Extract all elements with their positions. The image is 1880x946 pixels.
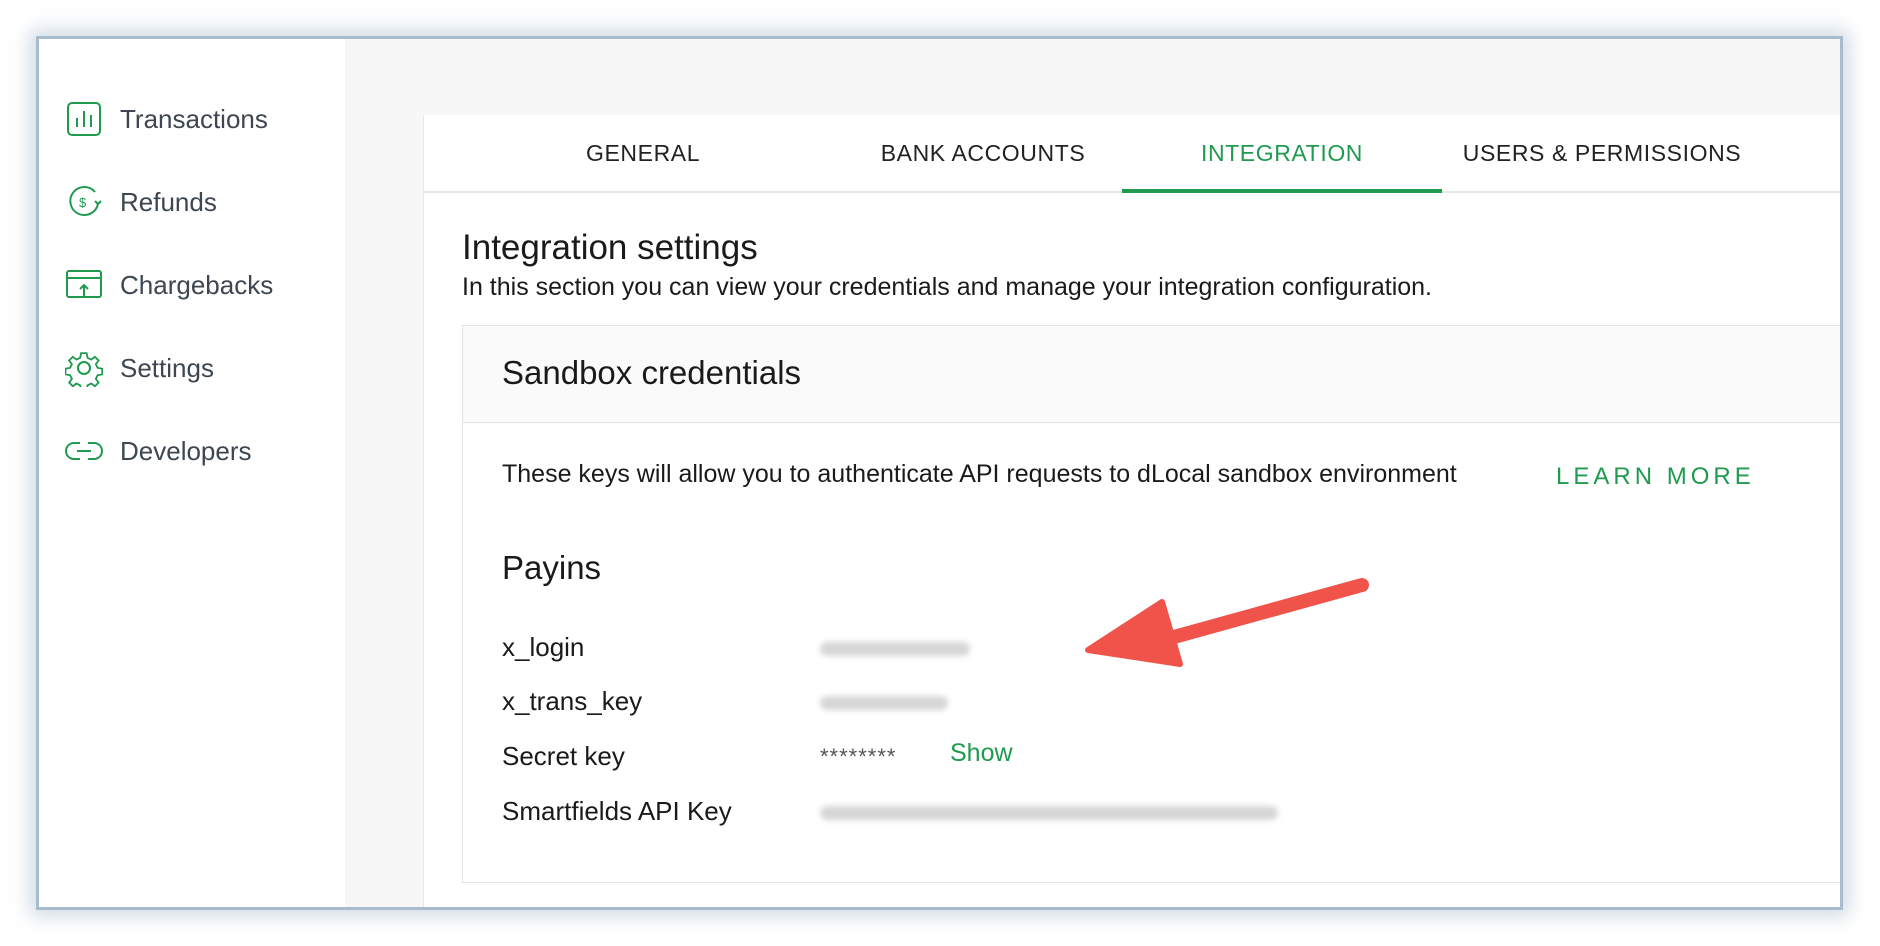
field-label-smartfields-api-key: Smartfields API Key: [502, 796, 732, 826]
settings-tabs: GENERAL BANK ACCOUNTS INTEGRATION USERS …: [424, 115, 1840, 193]
app-window: Transactions $ Refunds Chargebacks Setti…: [36, 36, 1843, 910]
page-subtitle: In this section you can view your creden…: [462, 273, 1433, 301]
dollar-refund-icon: $: [64, 182, 104, 222]
redacted-value: [820, 696, 948, 710]
panel-header: Sandbox credentials: [463, 326, 1840, 423]
sidebar-item-refunds[interactable]: $ Refunds: [64, 180, 217, 224]
field-label-secret-key: Secret key: [502, 741, 625, 771]
tab-general[interactable]: GENERAL: [424, 115, 854, 191]
tab-label: USERS & PERMISSIONS: [1462, 139, 1742, 166]
redacted-value: [820, 642, 970, 656]
tab-label: INTEGRATION: [1200, 139, 1364, 166]
gear-icon: [64, 348, 104, 388]
sidebar-item-label: Developers: [120, 435, 252, 466]
redacted-value: [820, 806, 1278, 820]
sidebar-item-developers[interactable]: Developers: [64, 429, 252, 473]
chargeback-icon: [64, 265, 104, 305]
tab-bank-accounts[interactable]: BANK ACCOUNTS: [854, 115, 1112, 191]
settings-card: GENERAL BANK ACCOUNTS INTEGRATION USERS …: [423, 115, 1840, 907]
page-title: Integration settings: [462, 228, 758, 267]
sidebar-item-label: Settings: [120, 352, 214, 383]
secret-key-masked-value: ********: [820, 744, 897, 769]
sidebar-item-transactions[interactable]: Transactions: [64, 97, 268, 141]
show-secret-key-link[interactable]: Show: [950, 739, 1013, 768]
field-label-x-trans-key: x_trans_key: [502, 686, 643, 716]
panel-title: Sandbox credentials: [502, 354, 802, 391]
tab-label: BANK ACCOUNTS: [880, 139, 1086, 166]
svg-text:$: $: [79, 195, 87, 210]
sidebar-item-settings[interactable]: Settings: [64, 346, 214, 390]
sidebar-item-chargebacks[interactable]: Chargebacks: [64, 263, 273, 307]
sidebar: Transactions $ Refunds Chargebacks Setti…: [39, 39, 346, 907]
sidebar-item-label: Refunds: [120, 186, 217, 217]
annotation-arrow-icon: [1085, 578, 1369, 667]
tab-integration[interactable]: INTEGRATION: [1122, 115, 1442, 193]
sidebar-item-label: Transactions: [120, 103, 268, 134]
main-content: GENERAL BANK ACCOUNTS INTEGRATION USERS …: [345, 39, 1840, 907]
tab-label: GENERAL: [586, 139, 701, 166]
link-icon: [64, 431, 104, 471]
sidebar-item-label: Chargebacks: [120, 269, 274, 300]
tab-users-permissions[interactable]: USERS & PERMISSIONS: [1442, 115, 1762, 191]
learn-more-link[interactable]: LEARN MORE: [1556, 463, 1755, 491]
payins-heading: Payins: [502, 549, 602, 586]
panel-description: These keys will allow you to authenticat…: [502, 460, 1457, 488]
field-label-x-login: x_login: [502, 632, 585, 662]
bar-chart-icon: [64, 99, 104, 139]
